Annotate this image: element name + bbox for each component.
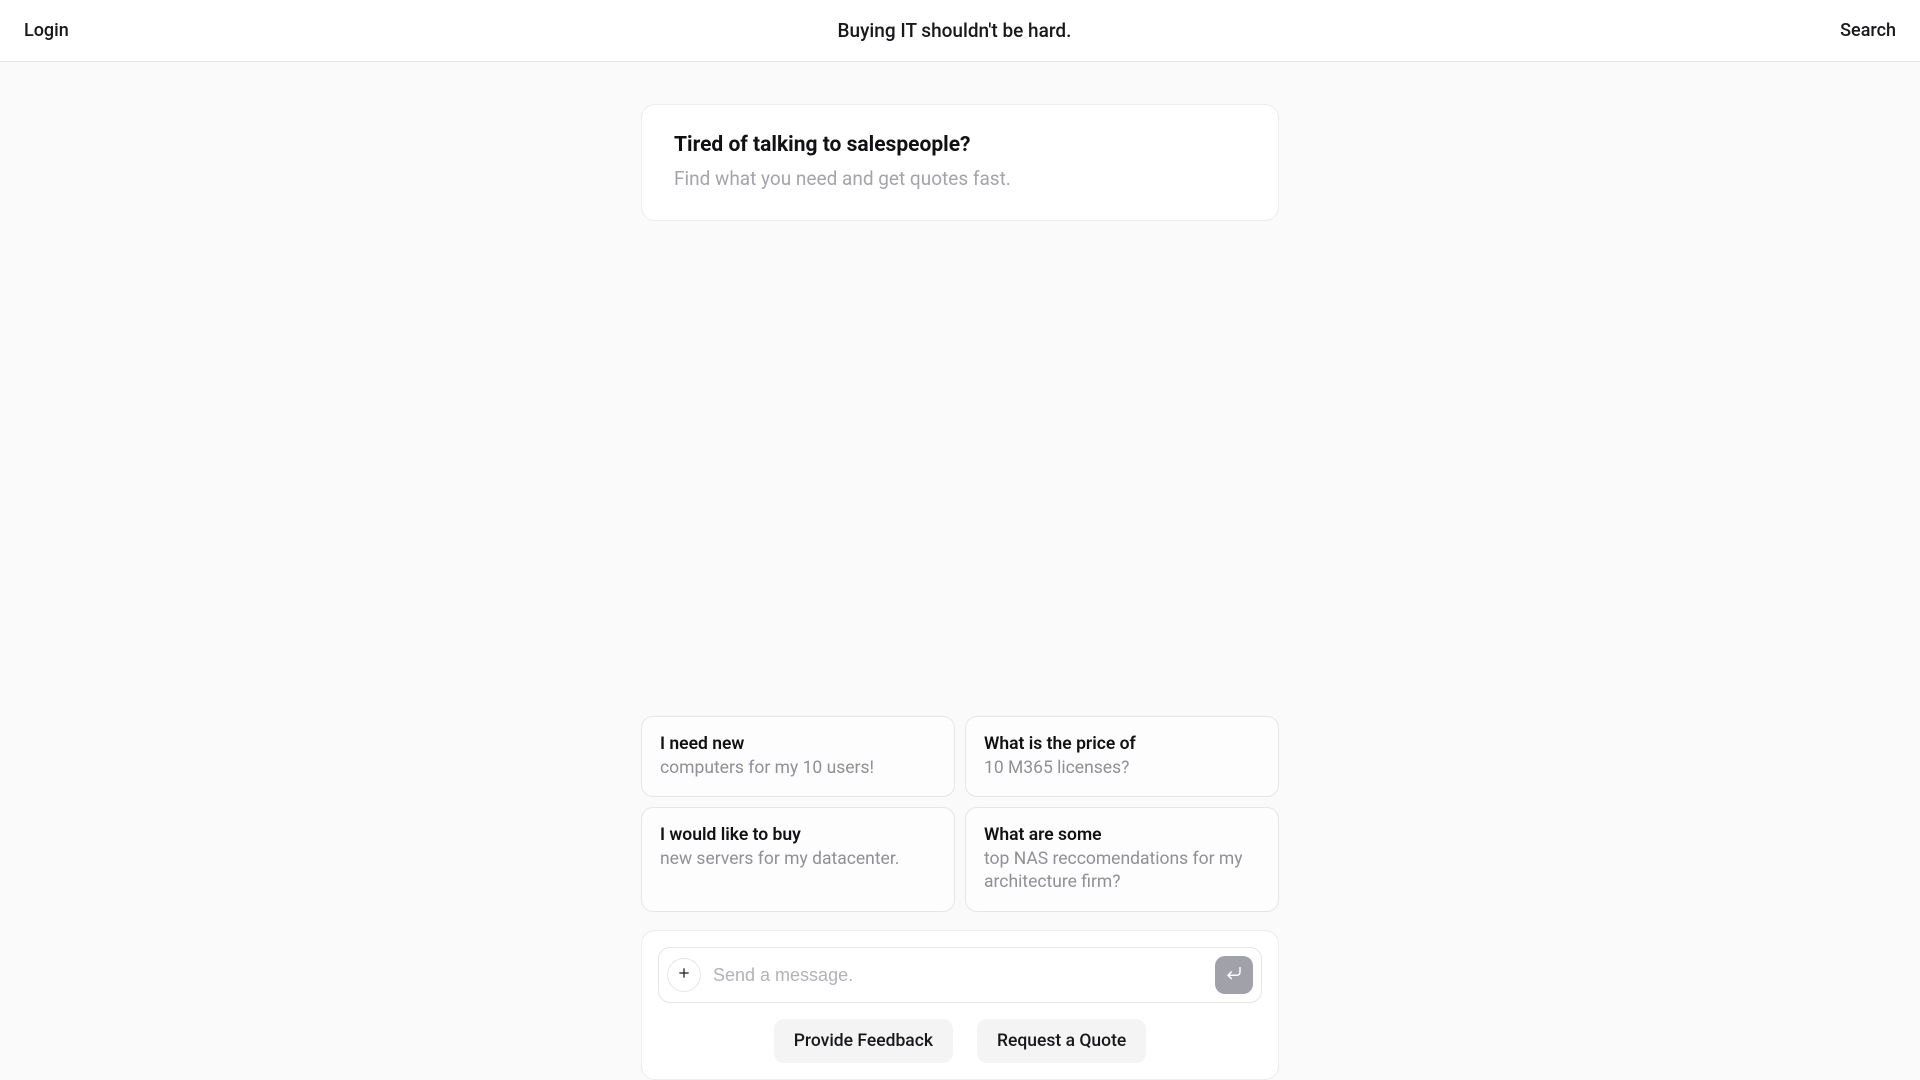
suggestion-sub: new servers for my datacenter. (660, 848, 936, 872)
suggestion-card[interactable]: What are some top NAS reccomendations fo… (965, 807, 1279, 912)
search-button[interactable]: Search (1840, 20, 1896, 41)
suggestion-card[interactable]: What is the price of 10 M365 licenses? (965, 716, 1279, 797)
intro-card: Tired of talking to salespeople? Find wh… (641, 104, 1279, 221)
intro-heading: Tired of talking to salespeople? (674, 133, 1246, 157)
action-row: Provide Feedback Request a Quote (658, 1019, 1262, 1063)
bottom-block: I need new computers for my 10 users! Wh… (641, 716, 1279, 1080)
login-button[interactable]: Login (24, 20, 69, 41)
message-input[interactable] (713, 965, 1203, 986)
provide-feedback-button[interactable]: Provide Feedback (774, 1019, 953, 1063)
plus-icon (676, 965, 692, 985)
suggestion-sub: top NAS reccomendations for my architect… (984, 848, 1260, 895)
request-quote-button[interactable]: Request a Quote (977, 1019, 1146, 1063)
page-title: Buying IT shouldn't be hard. (838, 19, 1072, 42)
suggestion-sub: computers for my 10 users! (660, 757, 936, 781)
suggestion-card[interactable]: I would like to buy new servers for my d… (641, 807, 955, 912)
suggestion-title: What is the price of (984, 733, 1260, 757)
suggestion-grid: I need new computers for my 10 users! Wh… (641, 716, 1279, 912)
main-area: Tired of talking to salespeople? Find wh… (0, 62, 1920, 1080)
attach-button[interactable] (667, 958, 701, 992)
suggestion-title: What are some (984, 824, 1260, 848)
suggestion-title: I would like to buy (660, 824, 936, 848)
suggestion-sub: 10 M365 licenses? (984, 757, 1260, 781)
header-left: Login (24, 20, 69, 41)
input-row (658, 947, 1262, 1003)
intro-subheading: Find what you need and get quotes fast. (674, 167, 1246, 190)
composer-card: Provide Feedback Request a Quote (641, 930, 1279, 1080)
enter-icon (1225, 964, 1243, 986)
send-button[interactable] (1215, 956, 1253, 994)
suggestion-card[interactable]: I need new computers for my 10 users! (641, 716, 955, 797)
header-bar: Login Buying IT shouldn't be hard. Searc… (0, 0, 1920, 62)
suggestion-title: I need new (660, 733, 936, 757)
